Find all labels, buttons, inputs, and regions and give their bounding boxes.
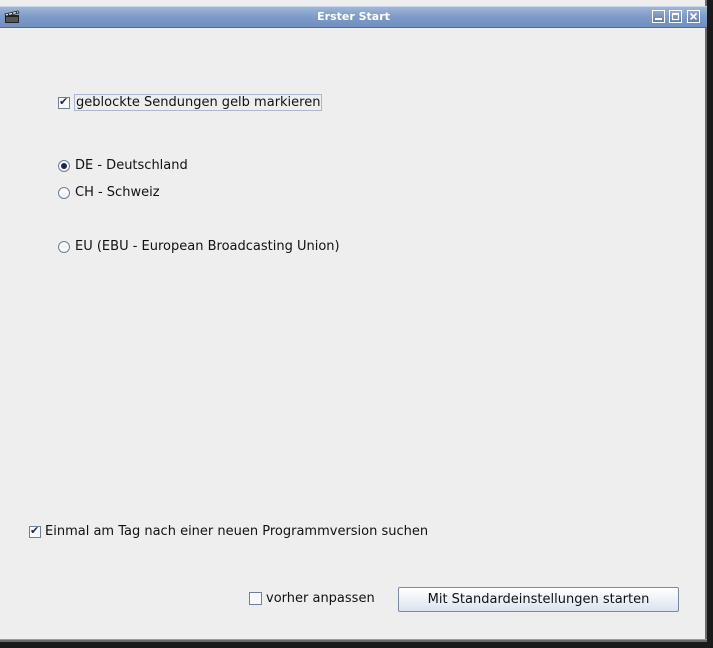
maximize-button[interactable] (669, 10, 682, 23)
checkbox-box[interactable]: ✔ (29, 523, 41, 538)
close-button[interactable] (687, 10, 700, 23)
minimize-button[interactable] (652, 10, 665, 23)
minimize-icon (655, 18, 662, 20)
checkmark-icon: ✔ (59, 94, 69, 108)
checkbox-box[interactable]: ✔ (58, 94, 70, 109)
update-check-label: Einmal am Tag nach einer neuen Programmv… (45, 524, 429, 539)
radio-ch-label: CH - Schweiz (75, 185, 160, 200)
radio-button-selected[interactable] (58, 159, 70, 172)
radio-button[interactable] (58, 240, 70, 253)
maximize-icon (671, 12, 680, 21)
checkbox-box[interactable] (249, 592, 262, 605)
window-title: Erster Start (317, 10, 390, 23)
radio-de[interactable]: DE - Deutschland (58, 158, 188, 173)
bottom-divider (0, 639, 707, 642)
blocked-highlight-checkbox[interactable]: ✔ geblockte Sendungen gelb markieren (58, 94, 323, 111)
radio-ch[interactable]: CH - Schweiz (58, 185, 160, 200)
customize-label: vorher anpassen (266, 591, 375, 606)
title-bar[interactable]: Erster Start (0, 6, 707, 28)
radio-de-label: DE - Deutschland (75, 158, 188, 173)
checkmark-icon: ✔ (30, 523, 40, 537)
start-default-button[interactable]: Mit Standardeinstellungen starten (398, 587, 679, 612)
close-icon (689, 12, 698, 21)
radio-eu[interactable]: EU (EBU - European Broadcasting Union) (58, 239, 340, 254)
radio-button[interactable] (58, 186, 70, 199)
dialog-window: Erster Start ✔ geblockte Sendungen gelb … (0, 0, 707, 642)
blocked-highlight-label: geblockte Sendungen gelb markieren (74, 94, 323, 111)
radio-eu-label: EU (EBU - European Broadcasting Union) (75, 239, 340, 254)
customize-checkbox[interactable]: vorher anpassen (249, 591, 375, 606)
update-check-checkbox[interactable]: ✔ Einmal am Tag nach einer neuen Program… (29, 524, 428, 539)
